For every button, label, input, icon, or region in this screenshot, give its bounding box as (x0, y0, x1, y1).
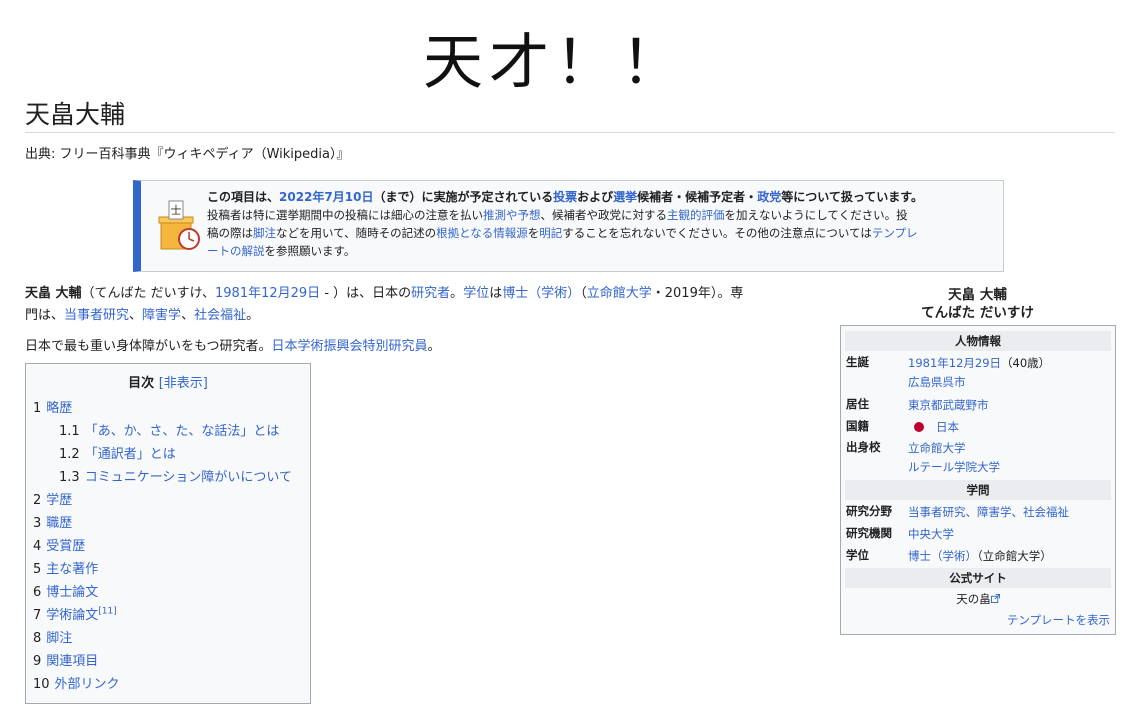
toc-item[interactable]: 2 学歴 (33, 489, 308, 512)
field-link-3[interactable]: 社会福祉 (194, 308, 246, 323)
show-template-link[interactable]: テンプレートを表示 (1007, 613, 1110, 627)
cite-link[interactable]: 明記 (539, 226, 562, 240)
notice-heading: この項目は、2022年7月10日（まで）に実施が予定されている投票および選挙候補… (207, 190, 924, 204)
degree-link[interactable]: 博士（学術） (908, 549, 977, 563)
field-link[interactable]: 当事者研究、障害学、社会福祉 (908, 505, 1069, 519)
toc-link[interactable]: 外部リンク (55, 677, 120, 692)
birthdate-link[interactable]: 1981年12月29日 (215, 286, 320, 301)
infobox-caption: 天畠 大輔 てんばた だいすけ (921, 287, 1034, 321)
svg-text:士: 士 (171, 204, 182, 217)
table-of-contents: 目次 [非表示] 1 略歴 1.1 「あ、か、さ、た、な話法」とは 1.2 「通訳者」… (25, 363, 311, 704)
toc-item[interactable]: 1.2 「通訳者」とは (33, 443, 308, 466)
toc-item[interactable]: 1 略歴 (33, 397, 308, 420)
toc-link[interactable]: 受賞歴 (46, 539, 85, 554)
second-paragraph: 日本で最も重い身体障がいをもつ研究者。日本学術振興会特別研究員。 (25, 339, 441, 354)
ballot-box-icon: 士 (158, 200, 200, 250)
vote-link[interactable]: 投票 (553, 190, 577, 204)
phd-link[interactable]: 博士（学術） (502, 286, 580, 301)
toc-item[interactable]: 8 脚注 (33, 627, 308, 650)
ritsumeikan-link[interactable]: 立命館大学 (587, 286, 652, 301)
toc-link[interactable]: 「あ、か、さ、た、な話法」とは (85, 424, 280, 439)
toc-link[interactable]: コミュニケーション障がいについて (85, 470, 292, 485)
school-link-2[interactable]: ルテール学院大学 (908, 460, 1000, 474)
toc-item[interactable]: 7 学術論文[11] (33, 604, 308, 627)
toc-item[interactable]: 4 受賞歴 (33, 535, 308, 558)
residence-link[interactable]: 東京都武蔵野市 (908, 398, 989, 412)
toc-item[interactable]: 3 職歴 (33, 512, 308, 535)
subjective-link[interactable]: 主観的評価 (667, 208, 725, 222)
page-title: 天畠大輔 (25, 100, 126, 129)
researcher-link[interactable]: 研究者 (411, 286, 450, 301)
toc-item[interactable]: 5 主な著作 (33, 558, 308, 581)
degree-link[interactable]: 学位 (463, 286, 489, 301)
nationality-link[interactable]: 日本 (936, 420, 959, 434)
toc-link[interactable]: 学歴 (46, 493, 72, 508)
toc-title: 目次 [非表示] (128, 376, 208, 391)
toc-sup: [11] (98, 606, 117, 617)
notice-body: 投稿者は特に選挙期間中の投稿には細心の注意を払い推測や予想、候補者や政党に対する… (207, 208, 918, 258)
external-link-icon (990, 594, 1000, 603)
date-link[interactable]: 2022年7月10日 (279, 190, 373, 204)
election-notice: 士 この項目は、2022年7月10日（まで）に実施が予定されている投票および選挙… (133, 180, 1004, 272)
toc-link[interactable]: 略歴 (46, 401, 72, 416)
toc-hide-toggle[interactable]: [非表示] (159, 376, 208, 391)
japan-flag-icon (914, 422, 924, 432)
infobox-header-person: 人物情報 (845, 331, 1111, 351)
party-link[interactable]: 政党 (757, 190, 781, 204)
infobox-header-study: 学問 (845, 480, 1111, 500)
toc-item[interactable]: 10 外部リンク (33, 673, 308, 696)
toc-link[interactable]: 「通訳者」とは (85, 447, 176, 462)
lead-paragraph: 天畠 大輔（てんばた だいすけ、1981年12月29日 - ）は、日本の研究者。… (25, 286, 744, 323)
infobox: 人物情報 生誕 1981年12月29日（40歳） 広島県呉市 居住 東京都武蔵野市… (840, 325, 1116, 635)
official-site-link[interactable]: 天の畠 (956, 592, 1000, 606)
template-doc-link-cont[interactable]: ートの解説 (207, 244, 265, 258)
school-link-1[interactable]: 立命館大学 (908, 441, 966, 455)
title-divider (25, 132, 1115, 133)
official-site-row: 天の畠 (841, 591, 1115, 607)
birth-date-link[interactable]: 1981年12月29日 (908, 356, 1001, 370)
toc-item[interactable]: 1.1 「あ、か、さ、た、な話法」とは (33, 420, 308, 443)
toc-item[interactable]: 1.3 コミュニケーション障がいについて (33, 466, 308, 489)
toc-item[interactable]: 9 関連項目 (33, 650, 308, 673)
banner-heading: 天才！！ (423, 28, 687, 98)
field-link-1[interactable]: 当事者研究 (64, 308, 129, 323)
speculation-link[interactable]: 推測や予想 (483, 208, 541, 222)
toc-link[interactable]: 博士論文 (46, 585, 98, 600)
field-link-2[interactable]: 障害学 (142, 308, 181, 323)
sources-link[interactable]: 根拠となる情報源 (436, 226, 528, 240)
template-doc-link[interactable]: テンプレ (872, 226, 918, 240)
footnote-link[interactable]: 脚注 (253, 226, 276, 240)
toc-item[interactable]: 6 博士論文 (33, 581, 308, 604)
toc-link[interactable]: 職歴 (46, 516, 72, 531)
infobox-header-site: 公式サイト (845, 568, 1111, 588)
toc-link[interactable]: 脚注 (46, 631, 72, 646)
source-line: 出典: フリー百科事典『ウィキペディア（Wikipedia）』 (25, 147, 350, 162)
template-row: テンプレートを表示 (1007, 612, 1110, 628)
toc-link[interactable]: 関連項目 (46, 654, 98, 669)
birth-place-link[interactable]: 広島県呉市 (908, 375, 966, 389)
election-link[interactable]: 選挙 (613, 190, 637, 204)
institution-link[interactable]: 中央大学 (908, 527, 954, 541)
toc-link[interactable]: 主な著作 (46, 562, 98, 577)
toc-link[interactable]: 学術論文[11] (46, 606, 117, 623)
toc-list: 1 略歴 1.1 「あ、か、さ、た、な話法」とは 1.2 「通訳者」とは 1.3 コミュ… (33, 397, 308, 696)
jsps-link[interactable]: 日本学術振興会特別研究員 (271, 339, 427, 354)
